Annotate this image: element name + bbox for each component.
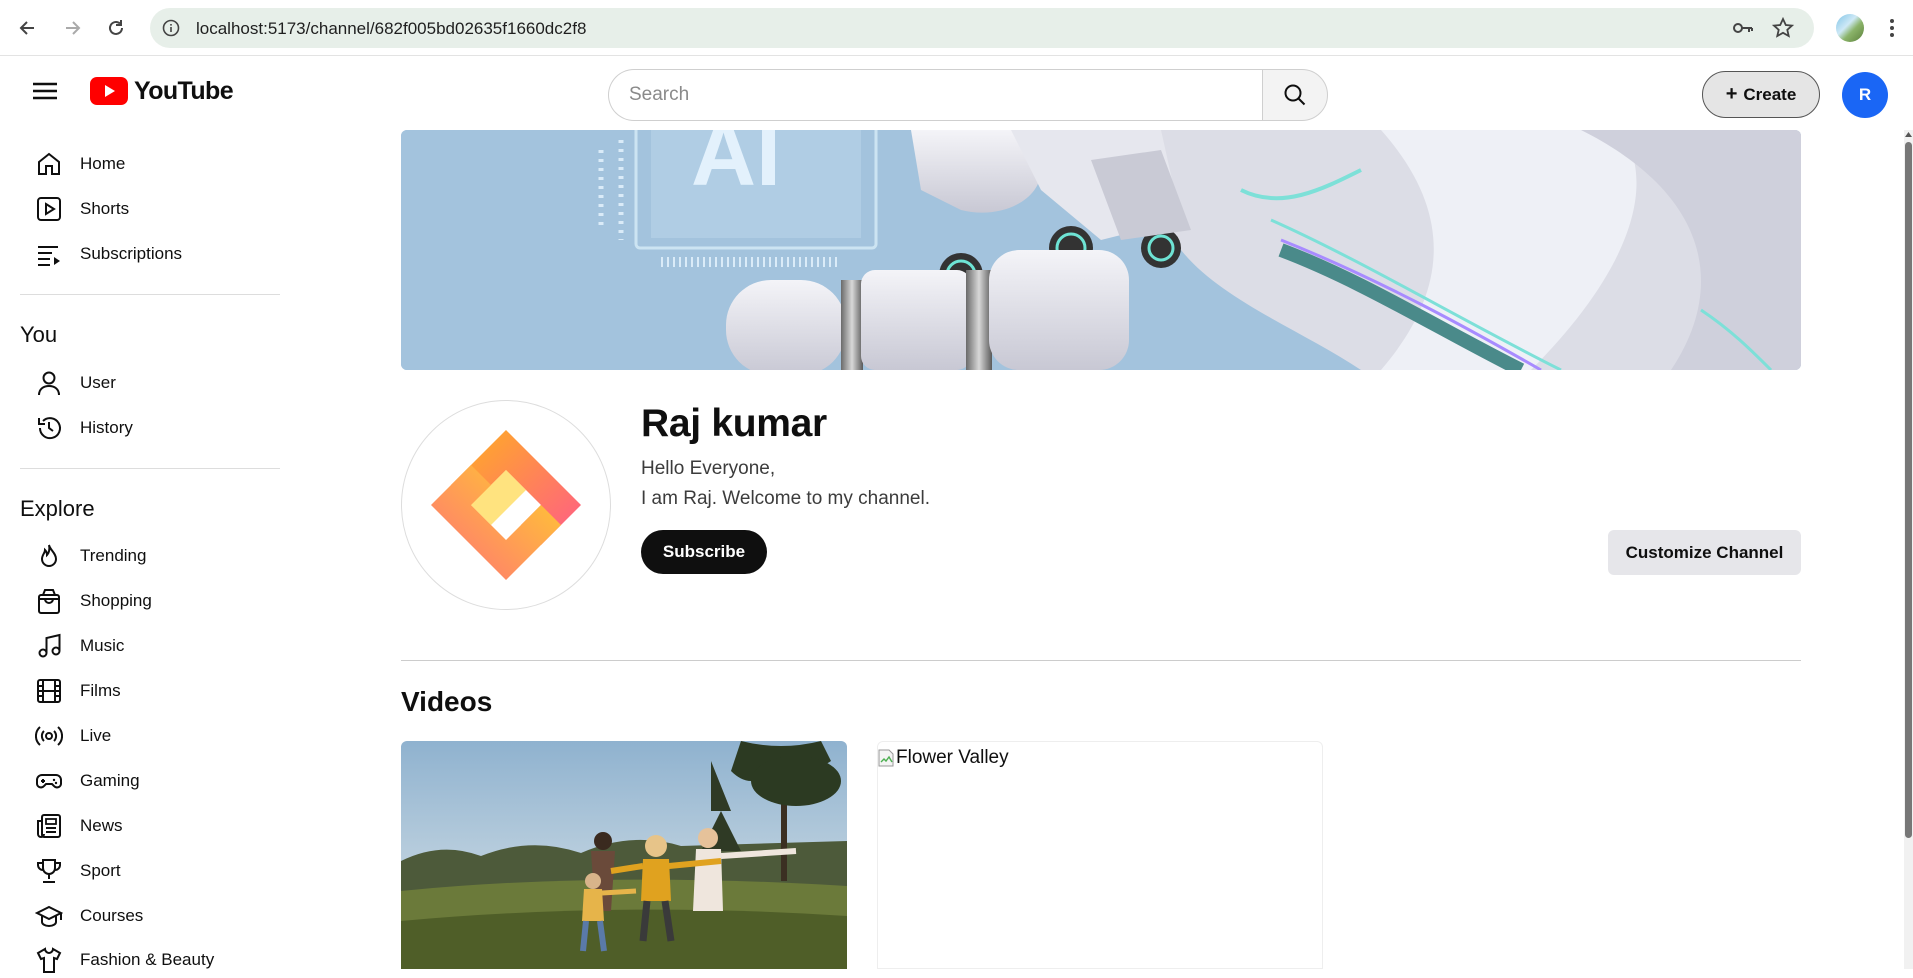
section-title-you: You — [20, 322, 58, 347]
sidebar-item-home[interactable]: Home — [34, 146, 125, 182]
browser-menu-icon[interactable] — [1880, 14, 1904, 42]
shirt-icon — [34, 945, 64, 975]
sidebar-item-label: Home — [80, 154, 126, 173]
sidebar-divider — [20, 468, 280, 469]
youtube-logo[interactable]: YouTube — [90, 74, 234, 108]
sidebar-item-fashion-beauty[interactable]: Fashion & Beauty — [34, 942, 214, 978]
browser-toolbar: localhost:5173/channel/682f005bd02635f16… — [0, 0, 1913, 56]
sidebar-item-label: Shorts — [80, 199, 130, 218]
create-label: Create — [1743, 84, 1797, 104]
account-avatar[interactable]: R — [1842, 72, 1888, 118]
gamepad-icon — [34, 766, 64, 796]
sidebar-item-user[interactable]: User — [34, 365, 116, 401]
scrollbar-thumb[interactable] — [1905, 142, 1912, 838]
video-thumbnail[interactable] — [401, 741, 847, 969]
subscribe-button[interactable]: Subscribe — [641, 530, 767, 574]
music-note-icon — [34, 631, 64, 661]
create-button[interactable]: + Create — [1702, 71, 1820, 118]
customize-channel-button[interactable]: Customize Channel — [1608, 530, 1801, 575]
sidebar-item-live[interactable]: Live — [34, 718, 111, 754]
forward-icon[interactable] — [58, 14, 86, 42]
channel-logo-icon — [431, 430, 581, 580]
sidebar-item-sport[interactable]: Sport — [34, 853, 121, 889]
sidebar-item-gaming[interactable]: Gaming — [34, 763, 140, 799]
video-thumbnail[interactable]: Flower Valley — [877, 741, 1323, 969]
sidebar-item-trending[interactable]: Trending — [34, 538, 146, 574]
home-icon — [34, 149, 64, 179]
sidebar-item-history[interactable]: History — [34, 410, 133, 446]
shopping-bag-icon — [34, 586, 64, 616]
videos-section-title: Videos — [401, 686, 493, 717]
sidebar-item-label: History — [80, 418, 133, 437]
sidebar-item-label: Shopping — [80, 591, 152, 610]
sidebar-item-news[interactable]: News — [34, 808, 123, 844]
hamburger-menu-icon[interactable] — [28, 74, 62, 108]
sidebar-item-label: User — [80, 373, 116, 392]
search-icon — [1284, 84, 1306, 106]
search-bar — [608, 69, 1328, 121]
sidebar-item-label: Music — [80, 636, 125, 655]
shorts-icon — [34, 194, 64, 224]
back-icon[interactable] — [14, 14, 42, 42]
search-input[interactable] — [608, 69, 1262, 121]
sidebar-item-label: Fashion & Beauty — [80, 950, 215, 969]
section-title-explore: Explore — [20, 496, 95, 521]
plus-icon: + — [1725, 83, 1738, 105]
content-divider — [401, 660, 1801, 661]
search-button[interactable] — [1262, 69, 1328, 121]
youtube-play-icon — [90, 77, 128, 105]
sidebar-item-label: News — [80, 816, 123, 835]
history-icon — [34, 413, 64, 443]
channel-description-line: I am Raj. Welcome to my channel. — [641, 488, 930, 509]
sidebar-item-label: Gaming — [80, 771, 140, 790]
banner-robot-image: AI — [401, 130, 1801, 370]
subscriptions-icon — [34, 239, 64, 269]
channel-description-line: Hello Everyone, — [641, 458, 776, 479]
channel-description: Hello Everyone, I am Raj. Welcome to my … — [641, 454, 930, 514]
film-icon — [34, 676, 64, 706]
sidebar-divider — [20, 294, 280, 295]
app-header: YouTube + Create R — [0, 57, 1913, 129]
logo-text: YouTube — [134, 76, 234, 105]
password-key-icon[interactable] — [1732, 19, 1754, 42]
sidebar: Home Shorts Subscriptions You User Histo… — [0, 140, 300, 973]
sidebar-item-label: Courses — [80, 906, 144, 925]
broken-image: Flower Valley — [878, 747, 1009, 769]
site-info-icon[interactable] — [162, 19, 180, 42]
sidebar-item-shopping[interactable]: Shopping — [34, 583, 152, 619]
live-broadcast-icon — [34, 721, 64, 751]
reload-icon[interactable] — [102, 14, 130, 42]
sidebar-item-subscriptions[interactable]: Subscriptions — [34, 236, 182, 272]
channel-avatar[interactable] — [401, 400, 611, 610]
bookmark-star-icon[interactable] — [1771, 16, 1795, 44]
sidebar-item-label: Sport — [80, 861, 121, 880]
banner-ai-text: AI — [691, 130, 781, 205]
channel-name: Raj kumar — [641, 402, 827, 445]
profile-picture[interactable] — [1836, 14, 1864, 42]
sidebar-item-label: Trending — [80, 546, 147, 565]
graduation-cap-icon — [34, 901, 64, 931]
broken-image-icon — [878, 749, 894, 767]
url-text[interactable]: localhost:5173/channel/682f005bd02635f16… — [196, 19, 586, 39]
sidebar-item-label: Live — [80, 726, 112, 745]
sidebar-item-films[interactable]: Films — [34, 673, 121, 709]
newspaper-icon — [34, 811, 64, 841]
trophy-icon — [34, 856, 64, 886]
address-bar[interactable]: localhost:5173/channel/682f005bd02635f16… — [150, 8, 1814, 48]
user-icon — [34, 368, 64, 398]
sidebar-item-shorts[interactable]: Shorts — [34, 191, 129, 227]
channel-banner: AI — [401, 130, 1801, 370]
image-alt-text: Flower Valley — [896, 747, 1009, 768]
scroll-up-arrow-icon[interactable] — [1904, 126, 1913, 137]
sidebar-item-label: Films — [80, 681, 121, 700]
sidebar-item-music[interactable]: Music — [34, 628, 124, 664]
family-meadow-image — [401, 741, 847, 969]
flame-icon — [34, 541, 64, 571]
sidebar-item-courses[interactable]: Courses — [34, 898, 143, 934]
sidebar-item-label: Subscriptions — [80, 244, 183, 263]
